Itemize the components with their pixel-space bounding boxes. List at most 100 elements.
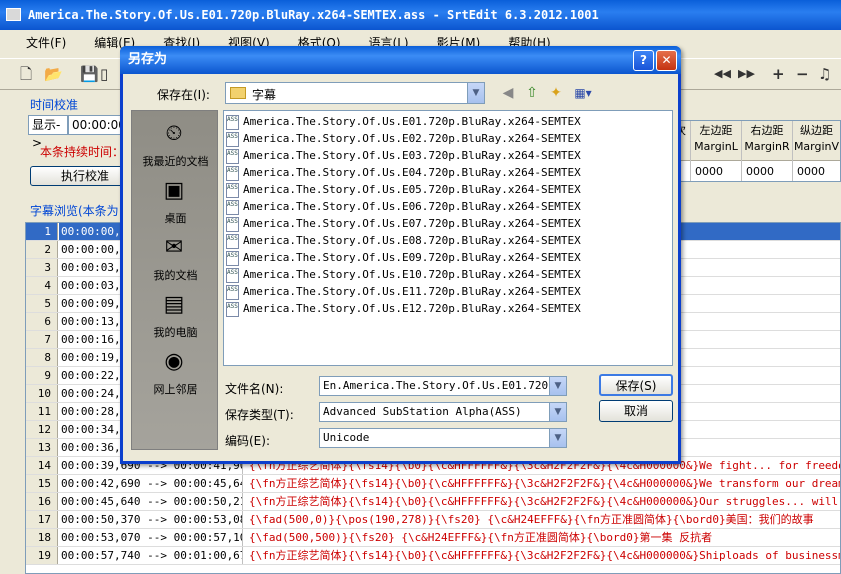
help-button[interactable]: ? bbox=[633, 50, 654, 71]
file-item[interactable]: ASS America.The.Story.Of.Us.E05.720p.BluR… bbox=[226, 181, 581, 198]
place-0[interactable]: ⏲ 我最近的文档 bbox=[132, 119, 219, 175]
file-item[interactable]: ASS America.The.Story.Of.Us.E09.720p.BluR… bbox=[226, 249, 581, 266]
row-text: {\fad(500,0)}{\pos(190,278)}{\fs20} {\c&… bbox=[249, 513, 814, 526]
ass-file-icon: ASS bbox=[226, 233, 239, 249]
row-number: 6 bbox=[26, 313, 58, 330]
row-text: {\fn方正综艺简体}{\fs14}{\b0}{\c&HFFFFFF&}{\3c… bbox=[249, 549, 841, 562]
encoding-dropdown-icon[interactable]: ▼ bbox=[549, 429, 566, 447]
file-name: America.The.Story.Of.Us.E07.720p.BluRay.… bbox=[243, 217, 581, 230]
style-col-margin-r[interactable]: 右边距 MarginR 0000 bbox=[742, 121, 793, 181]
srtedit-window: America.The.Story.Of.Us.E01.720p.BluRay.… bbox=[0, 0, 841, 574]
chevron-down-icon[interactable]: ▼ bbox=[467, 83, 484, 103]
row-time: 00:00:45,640 --> 00:00:50,210 bbox=[61, 493, 243, 510]
document-icon[interactable]: ▯ bbox=[100, 65, 108, 83]
margin-v-sub: MarginV bbox=[793, 140, 840, 153]
ass-file-icon: ASS bbox=[226, 284, 239, 300]
subtitle-row[interactable]: 18 00:00:53,070 --> 00:00:57,100 {\fad(500… bbox=[26, 529, 840, 547]
rewind-icon[interactable]: ◀◀ bbox=[714, 65, 731, 83]
file-item[interactable]: ASS America.The.Story.Of.Us.E08.720p.BluR… bbox=[226, 232, 581, 249]
subtitle-row[interactable]: 16 00:00:45,640 --> 00:00:50,210 {\fn方正综艺简… bbox=[26, 493, 840, 511]
filetype-select[interactable]: Advanced SubStation Alpha(ASS) bbox=[319, 402, 567, 422]
ass-file-icon: ASS bbox=[226, 301, 239, 317]
window-titlebar: America.The.Story.Of.Us.E01.720p.BluRay.… bbox=[0, 0, 841, 30]
row-time: 00:00:42,690 --> 00:00:45,640 bbox=[61, 475, 243, 492]
ass-file-icon: ASS bbox=[226, 250, 239, 266]
file-name: America.The.Story.Of.Us.E12.720p.BluRay.… bbox=[243, 302, 581, 315]
fast-forward-icon[interactable]: ▶▶ bbox=[738, 65, 755, 83]
margin-l-label: 左边距 bbox=[699, 124, 733, 137]
close-button[interactable]: ✕ bbox=[656, 50, 677, 71]
file-item[interactable]: ASS America.The.Story.Of.Us.E03.720p.BluR… bbox=[226, 147, 581, 164]
ass-file-icon: ASS bbox=[226, 148, 239, 164]
filename-dropdown-icon[interactable]: ▼ bbox=[549, 377, 566, 395]
file-item[interactable]: ASS America.The.Story.Of.Us.E02.720p.BluR… bbox=[226, 130, 581, 147]
subtitle-row[interactable]: 17 00:00:50,370 --> 00:00:53,080 {\fad(500… bbox=[26, 511, 840, 529]
save-icon[interactable]: 💾 bbox=[80, 65, 99, 83]
row-number: 9 bbox=[26, 367, 58, 384]
place-1[interactable]: ▣ 桌面 bbox=[132, 176, 219, 232]
row-text: {\fn方正综艺简体}{\fs14}{\b0}{\c&HFFFFFF&}{\3c… bbox=[249, 477, 841, 490]
style-col-margin-l[interactable]: 左边距 MarginL 0000 bbox=[691, 121, 742, 181]
plus-icon[interactable]: + bbox=[772, 65, 785, 83]
places-bar: ⏲ 我最近的文档 ▣ 桌面 ✉ 我的文档 ▤ 我的电脑 ◉ 网上邻居 bbox=[131, 110, 218, 450]
file-item[interactable]: ASS America.The.Story.Of.Us.E04.720p.BluR… bbox=[226, 164, 581, 181]
up-folder-icon[interactable]: ⇧ bbox=[523, 84, 541, 102]
row-number: 10 bbox=[26, 385, 58, 402]
row-time: 00:00:53,070 --> 00:00:57,100 bbox=[61, 529, 243, 546]
place-3[interactable]: ▤ 我的电脑 bbox=[132, 290, 219, 346]
file-item[interactable]: ASS America.The.Story.Of.Us.E06.720p.BluR… bbox=[226, 198, 581, 215]
margin-r-sub: MarginR bbox=[744, 140, 790, 153]
file-name: America.The.Story.Of.Us.E11.720p.BluRay.… bbox=[243, 285, 581, 298]
subtitle-row[interactable]: 19 00:00:57,740 --> 00:01:00,670 {\fn方正综艺简… bbox=[26, 547, 841, 565]
margin-r-value: 0000 bbox=[746, 165, 774, 178]
subtitle-row[interactable]: 15 00:00:42,690 --> 00:00:45,640 {\fn方正综艺简… bbox=[26, 475, 841, 493]
save-button[interactable]: 保存(S) bbox=[599, 374, 673, 396]
ass-file-icon: ASS bbox=[226, 131, 239, 147]
place-4[interactable]: ◉ 网上邻居 bbox=[132, 347, 219, 403]
file-list[interactable]: ASS America.The.Story.Of.Us.E01.720p.BluR… bbox=[223, 110, 673, 366]
save-in-label: 保存在(I): bbox=[157, 88, 210, 102]
file-name: America.The.Story.Of.Us.E05.720p.BluRay.… bbox=[243, 183, 581, 196]
music-note-icon[interactable]: ♫ bbox=[818, 65, 831, 83]
style-col-margin-v[interactable]: 纵边距 MarginV 0000 bbox=[793, 121, 840, 181]
new-folder-icon[interactable]: ✦ bbox=[547, 84, 565, 102]
file-name: America.The.Story.Of.Us.E09.720p.BluRay.… bbox=[243, 251, 581, 264]
margin-l-sub: MarginL bbox=[694, 140, 738, 153]
menu-file[interactable]: 文件(F) bbox=[0, 32, 80, 52]
row-number: 16 bbox=[26, 493, 58, 510]
ass-file-icon: ASS bbox=[226, 216, 239, 232]
ass-file-icon: ASS bbox=[226, 199, 239, 215]
row-number: 4 bbox=[26, 277, 58, 294]
file-item[interactable]: ASS America.The.Story.Of.Us.E07.720p.BluR… bbox=[226, 215, 581, 232]
place-label: 网上邻居 bbox=[153, 383, 198, 396]
filename-input[interactable]: En.America.The.Story.Of.Us.E01.720p.B bbox=[319, 376, 567, 396]
time-calibration-label: 时间校准 bbox=[30, 98, 79, 112]
place-2[interactable]: ✉ 我的文档 bbox=[132, 233, 219, 289]
row-number: 2 bbox=[26, 241, 58, 258]
back-icon[interactable]: ◀ bbox=[499, 84, 517, 102]
my-computer-icon: ▤ bbox=[163, 292, 185, 317]
view-menu-icon[interactable]: ▦▾ bbox=[571, 84, 595, 102]
filetype-dropdown-icon[interactable]: ▼ bbox=[549, 403, 566, 421]
show-toggle[interactable]: 显示-> bbox=[28, 115, 68, 150]
row-number: 1 bbox=[26, 223, 58, 240]
cancel-button[interactable]: 取消 bbox=[599, 400, 673, 422]
open-folder-icon[interactable]: 📂 bbox=[44, 65, 63, 83]
file-item[interactable]: ASS America.The.Story.Of.Us.E01.720p.BluR… bbox=[226, 113, 581, 130]
ass-file-icon: ASS bbox=[226, 267, 239, 283]
encoding-select[interactable]: Unicode bbox=[319, 428, 567, 448]
file-item[interactable]: ASS America.The.Story.Of.Us.E10.720p.BluR… bbox=[226, 266, 581, 283]
file-item[interactable]: ASS America.The.Story.Of.Us.E12.720p.BluR… bbox=[226, 300, 581, 317]
row-number: 19 bbox=[26, 547, 58, 564]
margin-r-label: 右边距 bbox=[750, 124, 784, 137]
file-item[interactable]: ASS America.The.Story.Of.Us.E11.720p.BluR… bbox=[226, 283, 581, 300]
minus-icon[interactable]: − bbox=[796, 65, 809, 83]
save-in-dropdown[interactable]: 字幕 ▼ bbox=[225, 82, 485, 104]
place-label: 我最近的文档 bbox=[142, 155, 209, 168]
margin-v-label: 纵边距 bbox=[800, 124, 833, 137]
time-input[interactable]: 00:00:00 bbox=[68, 115, 126, 135]
file-name: America.The.Story.Of.Us.E06.720p.BluRay.… bbox=[243, 200, 581, 213]
place-label: 我的电脑 bbox=[153, 326, 198, 339]
new-file-icon[interactable]: 🗋 bbox=[20, 65, 32, 83]
row-number: 12 bbox=[26, 421, 58, 438]
